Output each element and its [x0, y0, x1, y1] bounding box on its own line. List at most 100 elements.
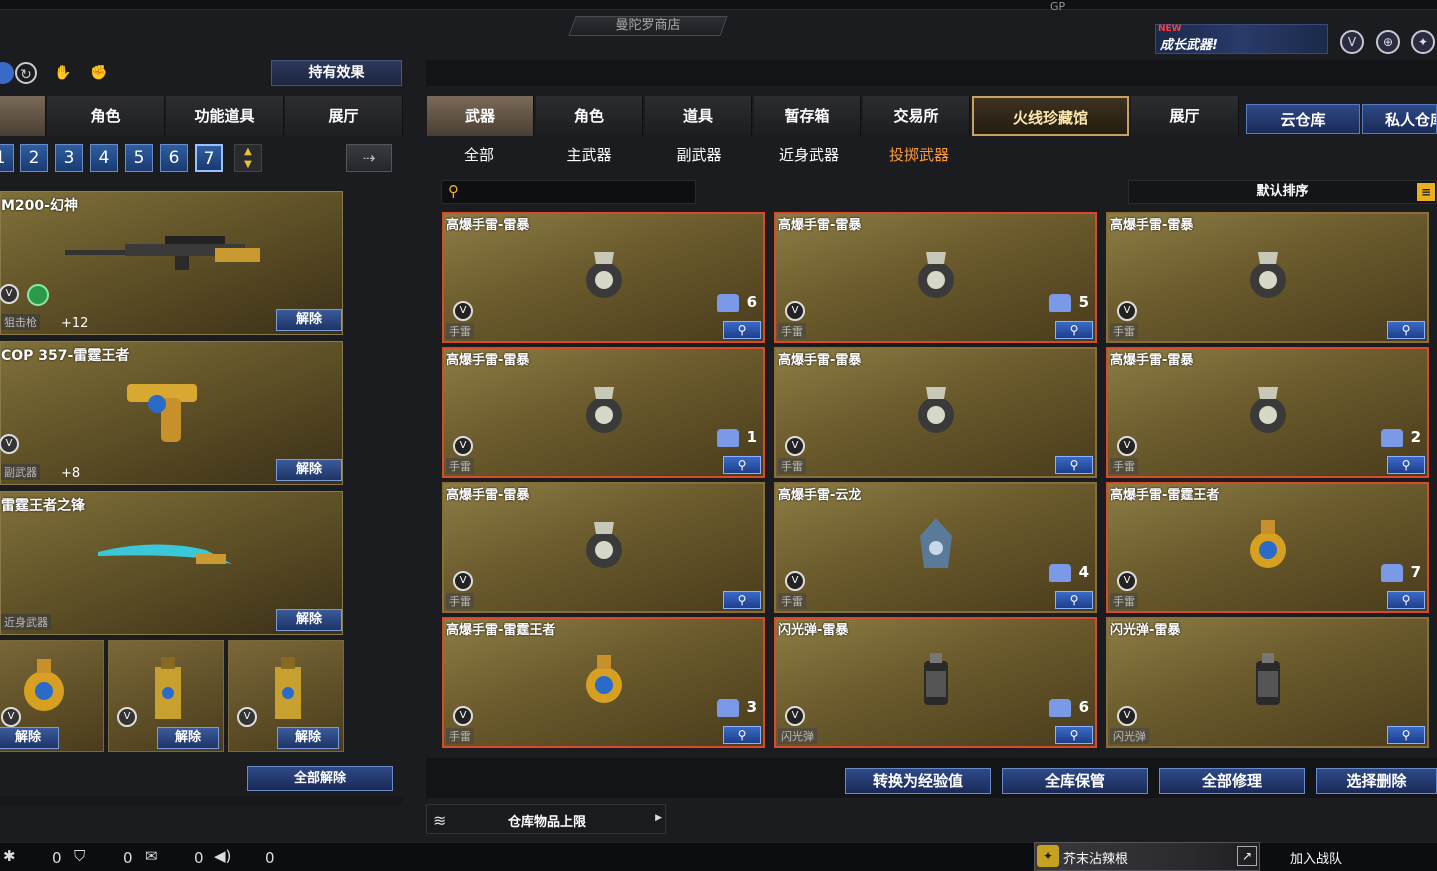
- chat-icon[interactable]: ✉: [145, 847, 158, 865]
- unequip-button[interactable]: 解除: [276, 309, 342, 331]
- tab-character[interactable]: 角色: [536, 96, 643, 136]
- tab-temp-box[interactable]: 暂存箱: [754, 96, 861, 136]
- equipped-slot-flash[interactable]: V 解除: [108, 640, 224, 752]
- repair-all-button[interactable]: 全部修理: [1159, 768, 1305, 794]
- arrow-up-icon[interactable]: ▲: [244, 146, 252, 157]
- hand-icon[interactable]: ✋: [52, 62, 74, 84]
- glove-icon[interactable]: ✊: [88, 62, 110, 84]
- left-tab-function-items[interactable]: 功能道具: [166, 96, 284, 136]
- equipped-name: 雷霆王者之锋: [1, 498, 85, 514]
- zoom-button[interactable]: ⚲: [1387, 456, 1425, 474]
- unequip-button[interactable]: 解除: [276, 459, 342, 481]
- inventory-card[interactable]: 高爆手雷-雷霆王者 7 V 手雷 ⚲: [1106, 482, 1429, 613]
- inventory-card[interactable]: 高爆手雷-雷暴 6 V 手雷 ⚲: [442, 212, 765, 343]
- speaker-icon[interactable]: ◀): [214, 847, 231, 865]
- zoom-button[interactable]: ⚲: [723, 321, 761, 339]
- tab-exchange[interactable]: 交易所: [863, 96, 970, 136]
- arrow-down-icon[interactable]: ▼: [244, 159, 252, 170]
- inventory-card[interactable]: 高爆手雷-雷霆王者 3 V 手雷 ⚲: [442, 617, 765, 748]
- inventory-card[interactable]: 闪光弹-雷暴 6 V 闪光弹 ⚲: [774, 617, 1097, 748]
- zoom-button[interactable]: ⚲: [723, 591, 761, 609]
- shield-v-icon[interactable]: V: [1340, 30, 1364, 54]
- left-tab-showroom[interactable]: 展厅: [285, 96, 403, 136]
- unequip-button[interactable]: 解除: [277, 727, 339, 749]
- partial-icon[interactable]: [0, 62, 14, 84]
- sort-select[interactable]: 默认排序 ≡: [1128, 180, 1437, 204]
- subtab-primary[interactable]: 主武器: [549, 144, 629, 164]
- tab-cloud-storage[interactable]: 云仓库: [1246, 104, 1360, 134]
- left-tab-character[interactable]: 角色: [47, 96, 165, 136]
- page-scroll-arrows[interactable]: ▲ ▼: [234, 144, 262, 172]
- tier-v-icon: V: [0, 434, 19, 454]
- external-link-icon[interactable]: ↗: [1237, 846, 1257, 866]
- unequip-button[interactable]: 解除: [0, 727, 59, 749]
- effects-button[interactable]: 持有效果: [271, 60, 402, 86]
- card-name: 高爆手雷-雷暴: [446, 353, 530, 368]
- zoom-button[interactable]: ⚲: [1055, 321, 1093, 339]
- card-type: 手雷: [778, 593, 806, 609]
- tab-private-storage[interactable]: 私人仓库: [1362, 104, 1437, 134]
- store-all-button[interactable]: 全库保管: [1002, 768, 1148, 794]
- zoom-button[interactable]: ⚲: [1055, 591, 1093, 609]
- card-type: 手雷: [446, 323, 474, 339]
- equipped-slot-grenade[interactable]: V 解除: [0, 640, 104, 752]
- inventory-card[interactable]: 高爆手雷-雷暴 5 V 手雷 ⚲: [774, 212, 1097, 343]
- zoom-button[interactable]: ⚲: [723, 726, 761, 744]
- page-button-5[interactable]: 5: [125, 144, 153, 172]
- growth-weapon-banner[interactable]: NEW 成长武器!: [1155, 24, 1328, 54]
- menu-icon[interactable]: ≡: [1417, 183, 1435, 201]
- zoom-button[interactable]: ⚲: [1055, 456, 1093, 474]
- storage-limit-box[interactable]: ≋ 仓库物品上限 ▶: [426, 804, 666, 834]
- convert-to-exp-button[interactable]: 转换为经验值: [845, 768, 991, 794]
- zoom-button[interactable]: ⚲: [1387, 321, 1425, 339]
- shield-icon[interactable]: ⛉: [74, 847, 85, 865]
- tools-icon[interactable]: ✦: [1411, 30, 1435, 54]
- refresh-icon[interactable]: ↻: [15, 62, 37, 84]
- unequip-button[interactable]: 解除: [276, 609, 342, 631]
- zoom-button[interactable]: ⚲: [1387, 591, 1425, 609]
- subtab-all[interactable]: 全部: [439, 144, 519, 164]
- unequip-all-button[interactable]: 全部解除: [247, 766, 393, 791]
- left-tab-weapons[interactable]: [0, 96, 46, 136]
- select-delete-button[interactable]: 选择删除: [1316, 768, 1437, 794]
- page-button-7[interactable]: 7: [195, 144, 223, 172]
- subtab-secondary[interactable]: 副武器: [659, 144, 739, 164]
- share-button[interactable]: ⇢: [346, 144, 392, 172]
- equipped-primary[interactable]: M200-幻神 V 狙击枪 +12 解除: [0, 191, 343, 335]
- page-button-3[interactable]: 3: [55, 144, 83, 172]
- page-button-1[interactable]: 1: [0, 144, 14, 172]
- card-count: 4: [1048, 562, 1089, 582]
- inventory-card[interactable]: 高爆手雷-雷暴 V 手雷 ⚲: [1106, 212, 1429, 343]
- inventory-card[interactable]: 高爆手雷-雷暴 V 手雷 ⚲: [442, 482, 765, 613]
- inventory-card[interactable]: 高爆手雷-雷暴 2 V 手雷 ⚲: [1106, 347, 1429, 478]
- join-team-link[interactable]: 加入战队: [1290, 848, 1342, 867]
- page-button-4[interactable]: 4: [90, 144, 118, 172]
- clan-tag[interactable]: ✦ 芥末沾辣根 ↗: [1034, 842, 1260, 871]
- inventory-card[interactable]: 高爆手雷-雷暴 V 手雷 ⚲: [774, 347, 1097, 478]
- left-bottom-strip: [0, 796, 403, 806]
- zoom-button[interactable]: ⚲: [1387, 726, 1425, 744]
- page-button-2[interactable]: 2: [20, 144, 48, 172]
- inventory-card[interactable]: 闪光弹-雷暴 V 闪光弹 ⚲: [1106, 617, 1429, 748]
- equipped-melee[interactable]: 雷霆王者之锋 近身武器 解除: [0, 491, 343, 635]
- search-input[interactable]: ⚲: [441, 180, 696, 204]
- inventory-card[interactable]: 高爆手雷-雷暴 1 V 手雷 ⚲: [442, 347, 765, 478]
- subtab-melee[interactable]: 近身武器: [769, 144, 849, 164]
- zoom-button[interactable]: ⚲: [723, 456, 761, 474]
- tab-items[interactable]: 道具: [645, 96, 752, 136]
- clan-emblem-icon: ✦: [1037, 845, 1059, 867]
- equipped-secondary[interactable]: COP 357-雷霆王者 V 副武器 +8 解除: [0, 341, 343, 485]
- globe-icon[interactable]: ⊕: [1376, 30, 1400, 54]
- subtab-throwing[interactable]: 投掷武器: [879, 144, 959, 164]
- unequip-button[interactable]: 解除: [157, 727, 219, 749]
- box-icon: [1380, 563, 1403, 582]
- page-button-6[interactable]: 6: [160, 144, 188, 172]
- zoom-button[interactable]: ⚲: [1055, 726, 1093, 744]
- friends-icon[interactable]: ✱: [3, 847, 16, 865]
- tab-collection-hall[interactable]: 火线珍藏馆: [972, 96, 1129, 136]
- gear-badge-icon: [27, 284, 49, 306]
- equipped-slot-smoke[interactable]: V 解除: [228, 640, 344, 752]
- tab-showroom[interactable]: 展厅: [1131, 96, 1239, 136]
- inventory-card[interactable]: 高爆手雷-云龙 4 V 手雷 ⚲: [774, 482, 1097, 613]
- tab-weapons[interactable]: 武器: [427, 96, 534, 136]
